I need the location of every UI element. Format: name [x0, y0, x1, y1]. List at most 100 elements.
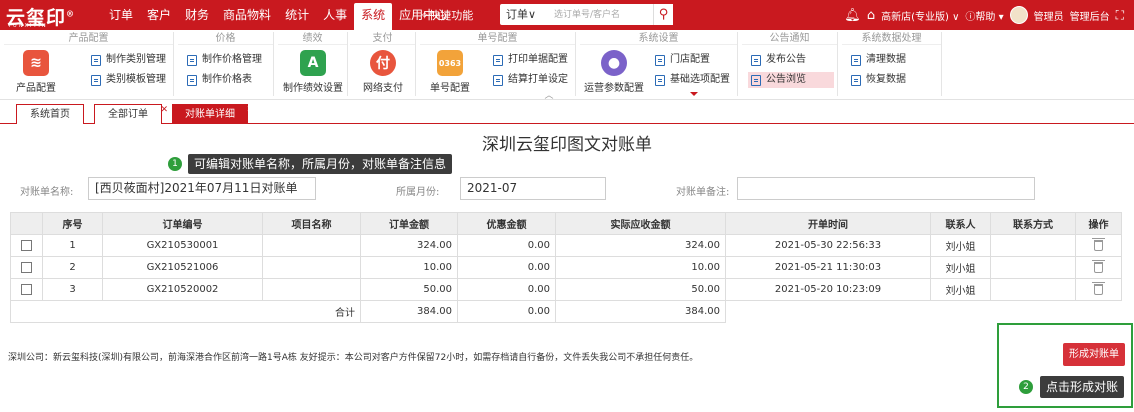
tooltip-click-generate: 点击形成对账	[1040, 376, 1125, 398]
document-icon	[187, 74, 197, 86]
user-name[interactable]: 管理员	[1034, 8, 1064, 23]
nav-customers[interactable]: 客户	[140, 0, 178, 30]
generate-statement-button[interactable]: 形成对账单	[1063, 343, 1125, 366]
top-bar: 云玺印® YUNXIYIN 订单 客户 财务 商品物料 统计 人事 系统 应用中…	[0, 0, 1134, 30]
basic-options-button[interactable]: 基础选项配置	[652, 72, 733, 88]
price-manage-button[interactable]: 制作价格管理	[184, 52, 265, 68]
document-icon	[851, 54, 861, 66]
tooltip-edit-info: 可编辑对账单名称，所属月份，对账单备注信息	[188, 154, 453, 174]
col-header-discount: 优惠金额	[457, 212, 556, 235]
tab-bar: 系统首页 全部订单 ✕ 对账单详细 ✕	[0, 104, 1134, 124]
search-type-select[interactable]: 订单∨	[500, 4, 550, 25]
table-row: 1 GX210530001 324.00 0.00 324.00 2021-05…	[10, 234, 1122, 257]
col-header-contact: 联系人	[930, 212, 991, 235]
store-select[interactable]: 高新店(专业版) ∨	[881, 8, 959, 23]
col-header-project: 项目名称	[262, 212, 361, 235]
category-template-button[interactable]: 类别模板管理	[88, 72, 169, 88]
gear-icon: ●	[601, 50, 627, 76]
help-link[interactable]: ⓘ帮助 ▾	[965, 8, 1003, 23]
home-icon[interactable]: ⌂	[867, 8, 875, 23]
group-number: 单号配置 0363 单号配置 打印单据配置 结算打单设定	[420, 32, 576, 96]
month-label: 所属月份:	[396, 187, 440, 198]
statement-table: 序号 订单编号 项目名称 订单金额 优惠金额 实际应收金额 开单时间 联系人 联…	[10, 212, 1122, 323]
document-icon	[91, 54, 101, 66]
total-amount: 384.00	[360, 300, 458, 323]
tab-all-orders[interactable]: 全部订单 ✕	[94, 104, 168, 124]
tab-statement-detail[interactable]: 对账单详细 ✕	[172, 104, 254, 124]
nav-products[interactable]: 商品物料	[216, 0, 278, 30]
close-icon[interactable]: ✕	[160, 101, 168, 120]
step-badge: 2	[1019, 380, 1033, 394]
payment-icon: 付	[370, 50, 396, 76]
layers-icon: ≋	[23, 50, 49, 76]
tab-home[interactable]: 系统首页	[16, 104, 84, 124]
table-row: 2 GX210521006 10.00 0.00 10.00 2021-05-2…	[10, 256, 1122, 279]
browse-notice-button[interactable]: 公告浏览	[748, 72, 834, 88]
col-header-seq: 序号	[42, 212, 103, 235]
product-config-button[interactable]: ≋ 产品配置	[6, 50, 66, 94]
row-checkbox[interactable]	[21, 283, 32, 295]
nav-system[interactable]: 系统	[354, 3, 393, 30]
restore-data-button[interactable]: 恢复数据	[848, 72, 909, 88]
fullscreen-icon[interactable]: ⛶	[1116, 8, 1124, 23]
nav-orders[interactable]: 订单	[102, 0, 140, 30]
ribbon-toolbar: 产品配置 ≋ 产品配置 制作类别管理 类别模板管理 价格 制作价格管理 制作价格…	[0, 30, 1134, 100]
document-icon	[493, 54, 503, 66]
number-config-button[interactable]: 0363 单号配置	[420, 50, 480, 94]
chevron-down-icon: ∨	[528, 8, 537, 21]
row-checkbox[interactable]	[21, 261, 32, 273]
group-notice: 公告通知 发布公告 公告浏览	[742, 32, 838, 96]
document-icon	[655, 54, 665, 66]
number-icon: 0363	[437, 50, 463, 76]
online-payment-button[interactable]: 付 网络支付	[353, 50, 413, 94]
close-icon[interactable]: ✕	[246, 101, 254, 120]
settle-print-button[interactable]: 结算打单设定	[490, 72, 571, 88]
avatar[interactable]	[1009, 6, 1028, 24]
print-config-button[interactable]: 打印单据配置	[490, 52, 571, 68]
search-icon[interactable]: ⚲	[653, 4, 673, 25]
group-price: 价格 制作价格管理 制作价格表	[178, 32, 274, 96]
row-checkbox[interactable]	[21, 239, 32, 251]
nav-hr[interactable]: 人事	[316, 0, 354, 30]
nav-finance[interactable]: 财务	[178, 0, 216, 30]
performance-settings-button[interactable]: A 制作绩效设置	[275, 50, 351, 94]
table-total-row: 合计 384.00 0.00 384.00	[10, 300, 1122, 323]
store-config-button[interactable]: 门店配置	[652, 52, 713, 68]
total-actual: 384.00	[555, 300, 726, 323]
category-manage-button[interactable]: 制作类别管理	[88, 52, 169, 68]
statement-name-input[interactable]: [西贝莜面村]2021年07月11日对账单	[88, 177, 316, 200]
publish-notice-button[interactable]: 发布公告	[748, 52, 809, 68]
col-header-select	[10, 212, 43, 235]
total-discount: 0.00	[457, 300, 556, 323]
document-icon	[851, 74, 861, 86]
admin-link[interactable]: 管理后台	[1070, 8, 1110, 23]
table-header-row: 序号 订单编号 项目名称 订单金额 优惠金额 实际应收金额 开单时间 联系人 联…	[10, 212, 1122, 235]
page-title: 深圳云玺印图文对账单	[482, 135, 652, 155]
logo-subtitle: YUNXIYIN	[8, 23, 48, 29]
quick-functions[interactable]: ✧快捷功能	[420, 7, 473, 23]
bell-icon[interactable]: 🔔︎	[844, 8, 861, 23]
nav-stats[interactable]: 统计	[278, 0, 316, 30]
trash-icon[interactable]	[1092, 237, 1105, 251]
col-header-order-no: 订单编号	[102, 212, 263, 235]
trash-icon[interactable]	[1092, 259, 1105, 273]
remark-input[interactable]	[737, 177, 1035, 200]
clear-data-button[interactable]: 清理数据	[848, 52, 909, 68]
collapse-ribbon-icon[interactable]: ︿	[543, 92, 555, 101]
month-input[interactable]: 2021-07	[460, 177, 606, 200]
table-row: 3 GX210520002 50.00 0.00 50.00 2021-05-2…	[10, 278, 1122, 301]
trash-icon[interactable]	[1092, 281, 1105, 295]
group-data-processing: 系统数据处理 清理数据 恢复数据	[842, 32, 942, 96]
caret-down-icon	[690, 92, 698, 96]
statement-name-label: 对账单名称:	[20, 187, 74, 198]
group-performance: 绩效 A 制作绩效设置	[278, 32, 348, 96]
document-icon	[91, 74, 101, 86]
chart-icon: A	[300, 50, 326, 76]
document-icon	[751, 54, 761, 66]
operation-params-button[interactable]: ● 运营参数配置	[580, 50, 648, 94]
main-nav: 订单 客户 财务 商品物料 统计 人事 系统 应用中心	[102, 0, 454, 30]
group-payment: 支付 付 网络支付	[350, 32, 416, 96]
search-input[interactable]	[550, 4, 653, 25]
col-header-actual: 实际应收金额	[555, 212, 726, 235]
price-table-button[interactable]: 制作价格表	[184, 72, 255, 88]
